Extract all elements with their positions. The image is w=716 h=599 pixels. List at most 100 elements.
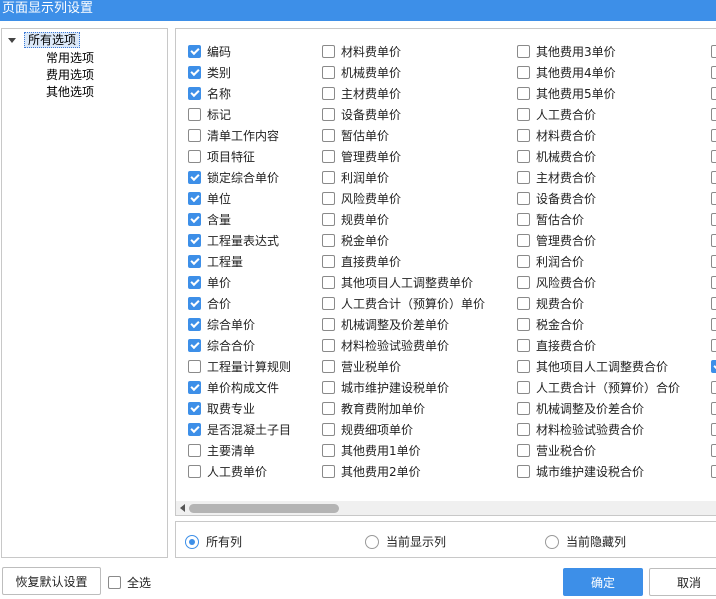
option-row[interactable]: 编码 [188,41,291,62]
option-checkbox[interactable] [322,255,335,268]
option-checkbox[interactable] [711,234,716,247]
option-checkbox[interactable] [188,318,201,331]
option-checkbox[interactable] [711,108,716,121]
option-checkbox[interactable] [322,402,335,415]
option-checkbox[interactable] [188,192,201,205]
option-row[interactable]: 机械调整及价差合价 [517,398,680,419]
select-all[interactable]: 全选 [108,574,151,591]
option-checkbox[interactable] [188,360,201,373]
option-row[interactable]: 教育费附加单价 [322,398,485,419]
option-checkbox[interactable] [711,339,716,352]
option-checkbox[interactable] [711,87,716,100]
option-checkbox[interactable] [711,129,716,142]
option-row[interactable]: 类别 [188,62,291,83]
option-row[interactable] [711,188,716,209]
tree-node-all-options[interactable]: 所有选项 [6,32,81,48]
option-checkbox[interactable] [322,297,335,310]
option-checkbox[interactable] [517,150,530,163]
scrollbar-thumb[interactable] [189,504,339,513]
option-row[interactable]: 单位 [188,188,291,209]
option-checkbox[interactable] [711,171,716,184]
option-row[interactable]: 营业税单价 [322,356,485,377]
option-row[interactable]: 材料检验试验费合价 [517,419,680,440]
option-row[interactable] [711,104,716,125]
option-checkbox[interactable] [322,234,335,247]
option-row[interactable] [711,335,716,356]
option-row[interactable]: 其他项目人工调整费单价 [322,272,485,293]
option-row[interactable]: 材料检验试验费单价 [322,335,485,356]
option-row[interactable]: 人工费合计（预算价）单价 [322,293,485,314]
option-checkbox[interactable] [711,444,716,457]
radio-all-columns[interactable] [185,534,199,549]
option-checkbox[interactable] [517,381,530,394]
option-checkbox[interactable] [711,150,716,163]
option-checkbox[interactable] [517,192,530,205]
option-row[interactable]: 合价 [188,293,291,314]
option-row[interactable]: 人工费合计（预算价）合价 [517,377,680,398]
option-row[interactable]: 名称 [188,83,291,104]
option-row[interactable] [711,83,716,104]
option-row[interactable]: 清单工作内容 [188,125,291,146]
horizontal-scrollbar[interactable] [176,501,716,515]
option-checkbox[interactable] [517,402,530,415]
option-checkbox[interactable] [322,339,335,352]
option-row[interactable] [711,167,716,188]
option-checkbox[interactable] [711,465,716,478]
option-checkbox[interactable] [322,192,335,205]
option-checkbox[interactable] [517,444,530,457]
radio-hidden-columns[interactable] [545,534,559,549]
option-row[interactable]: 单价构成文件 [188,377,291,398]
option-checkbox[interactable] [188,129,201,142]
option-checkbox[interactable] [188,213,201,226]
option-checkbox[interactable] [517,423,530,436]
option-row[interactable]: 规费单价 [322,209,485,230]
option-row[interactable]: 风险费合价 [517,272,680,293]
option-row[interactable]: 营业税合价 [517,440,680,461]
option-checkbox[interactable] [322,108,335,121]
option-checkbox[interactable] [322,66,335,79]
option-checkbox[interactable] [517,234,530,247]
option-row[interactable]: 单价 [188,272,291,293]
option-checkbox[interactable] [322,45,335,58]
ok-button[interactable]: 确定 [563,568,643,596]
option-checkbox[interactable] [188,255,201,268]
scroll-left-icon[interactable] [180,504,185,512]
option-checkbox[interactable] [188,402,201,415]
option-row[interactable]: 主要清单 [188,440,291,461]
option-checkbox[interactable] [322,318,335,331]
filter-shown-columns[interactable]: 当前显示列 [365,533,446,550]
cancel-button[interactable]: 取消 [649,568,716,596]
option-row[interactable] [711,62,716,83]
option-row[interactable]: 设备费合价 [517,188,680,209]
option-checkbox[interactable] [517,255,530,268]
tree-node-common-options[interactable]: 常用选项 [46,50,94,66]
option-row[interactable]: 工程量 [188,251,291,272]
option-row[interactable]: 取费专业 [188,398,291,419]
option-checkbox[interactable] [188,108,201,121]
option-checkbox[interactable] [517,108,530,121]
option-checkbox[interactable] [322,276,335,289]
select-all-checkbox[interactable] [108,576,121,589]
option-row[interactable]: 工程量表达式 [188,230,291,251]
option-checkbox[interactable] [322,465,335,478]
radio-shown-columns[interactable] [365,534,379,549]
option-row[interactable] [711,272,716,293]
option-row[interactable]: 税金合价 [517,314,680,335]
tree-node-label[interactable]: 所有选项 [24,32,81,48]
option-checkbox[interactable] [711,276,716,289]
option-row[interactable]: 利润合价 [517,251,680,272]
option-checkbox[interactable] [188,297,201,310]
option-checkbox[interactable] [711,66,716,79]
option-checkbox[interactable] [322,129,335,142]
option-row[interactable]: 工程量计算规则 [188,356,291,377]
option-checkbox[interactable] [517,465,530,478]
option-row[interactable] [711,398,716,419]
option-row[interactable]: 综合合价 [188,335,291,356]
option-row[interactable] [711,419,716,440]
option-checkbox[interactable] [517,213,530,226]
option-checkbox[interactable] [517,339,530,352]
option-row[interactable]: 利润单价 [322,167,485,188]
option-checkbox[interactable] [188,465,201,478]
option-checkbox[interactable] [188,423,201,436]
option-row[interactable]: 规费合价 [517,293,680,314]
